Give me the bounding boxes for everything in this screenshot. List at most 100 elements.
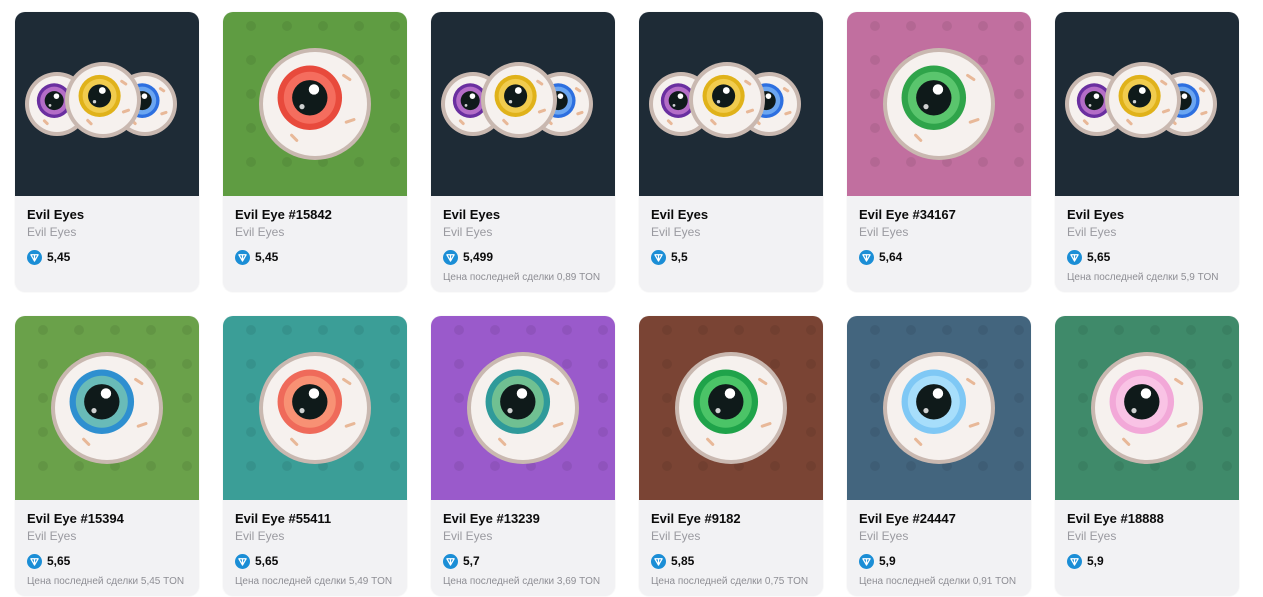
price: 5,7 bbox=[463, 554, 480, 568]
nft-title: Evil Eye #15394 bbox=[27, 511, 124, 526]
eye-illustration bbox=[639, 316, 823, 500]
nft-image bbox=[639, 316, 823, 500]
eye-illustration bbox=[1055, 12, 1239, 196]
nft-card[interactable]: Evil Eye #15394 Evil Eyes 5,65 Цена последн… bbox=[15, 316, 199, 596]
ton-diamond-icon bbox=[235, 553, 250, 569]
price: 5,65 bbox=[255, 554, 279, 568]
nft-card[interactable]: Evil Eye #24447 Evil Eyes 5,9 Цена последне… bbox=[847, 316, 1031, 596]
nft-image bbox=[223, 316, 407, 500]
eye-illustration bbox=[1055, 316, 1239, 500]
collection-name: Evil Eyes bbox=[27, 529, 77, 543]
price: 5,85 bbox=[671, 554, 695, 568]
nft-card[interactable]: Evil Eye #18888 Evil Eyes 5,9 bbox=[1055, 316, 1239, 596]
price-row: 5,5 bbox=[651, 249, 811, 265]
collection-name: Evil Eyes bbox=[651, 225, 701, 239]
last-sale-price: Цена последней сделки 5,49 TON bbox=[235, 576, 393, 587]
nft-card[interactable]: Evil Eyes Evil Eyes 5,65 Цена последней сде… bbox=[1055, 12, 1239, 292]
nft-title: Evil Eyes bbox=[1067, 207, 1125, 222]
nft-title: Evil Eye #24447 bbox=[859, 511, 956, 526]
price-row: 5,9 bbox=[1067, 553, 1227, 569]
price: 5,45 bbox=[255, 250, 279, 264]
ton-diamond-icon bbox=[443, 553, 458, 569]
nft-card[interactable]: Evil Eyes Evil Eyes 5,499 Цена последней сд… bbox=[431, 12, 615, 292]
nft-card[interactable]: Evil Eye #13239 Evil Eyes 5,7 Цена последне… bbox=[431, 316, 615, 596]
nft-card[interactable]: Evil Eyes Evil Eyes 5,5 bbox=[639, 12, 823, 292]
collection-name: Evil Eyes bbox=[1067, 225, 1117, 239]
price: 5,65 bbox=[47, 554, 71, 568]
eye-illustration bbox=[223, 316, 407, 500]
nft-title: Evil Eyes bbox=[443, 207, 501, 222]
nft-card[interactable]: Evil Eye #34167 Evil Eyes 5,64 bbox=[847, 12, 1031, 292]
nft-title: Evil Eye #15842 bbox=[235, 207, 332, 222]
last-sale-price: Цена последней сделки 0,89 TON bbox=[443, 272, 601, 283]
price: 5,9 bbox=[1087, 554, 1104, 568]
ton-diamond-icon bbox=[1067, 553, 1082, 569]
collection-name: Evil Eyes bbox=[235, 225, 285, 239]
price: 5,64 bbox=[879, 250, 903, 264]
price-row: 5,45 bbox=[235, 249, 395, 265]
price: 5,5 bbox=[671, 250, 688, 264]
nft-image bbox=[223, 12, 407, 196]
collection-name: Evil Eyes bbox=[1067, 529, 1117, 543]
nft-image bbox=[639, 12, 823, 196]
ton-diamond-icon bbox=[859, 553, 874, 569]
nft-title: Evil Eye #9182 bbox=[651, 511, 741, 526]
collection-name: Evil Eyes bbox=[235, 529, 285, 543]
nft-title: Evil Eye #34167 bbox=[859, 207, 956, 222]
nft-card[interactable]: Evil Eye #55411 Evil Eyes 5,65 Цена последн… bbox=[223, 316, 407, 596]
nft-image bbox=[431, 12, 615, 196]
price: 5,499 bbox=[463, 250, 494, 264]
price-row: 5,65 bbox=[1067, 249, 1227, 265]
nft-card[interactable]: Evil Eye #9182 Evil Eyes 5,85 Цена последне… bbox=[639, 316, 823, 596]
collection-name: Evil Eyes bbox=[27, 225, 77, 239]
eye-illustration bbox=[431, 12, 615, 196]
price: 5,65 bbox=[1087, 250, 1111, 264]
last-sale-price: Цена последней сделки 3,69 TON bbox=[443, 576, 601, 587]
collection-name: Evil Eyes bbox=[651, 529, 701, 543]
eye-illustration bbox=[223, 12, 407, 196]
eye-illustration bbox=[639, 12, 823, 196]
ton-diamond-icon bbox=[235, 249, 250, 265]
nft-title: Evil Eyes bbox=[651, 207, 709, 222]
last-sale-price: Цена последней сделки 0,75 TON bbox=[651, 576, 809, 587]
last-sale-price: Цена последней сделки 5,9 TON bbox=[1067, 272, 1219, 283]
ton-diamond-icon bbox=[1067, 249, 1082, 265]
ton-diamond-icon bbox=[27, 249, 42, 265]
nft-image bbox=[15, 316, 199, 500]
nft-card[interactable]: Evil Eyes Evil Eyes 5,45 bbox=[15, 12, 199, 292]
last-sale-price: Цена последней сделки 0,91 TON bbox=[859, 576, 1017, 587]
ton-diamond-icon bbox=[27, 553, 42, 569]
eye-illustration bbox=[847, 316, 1031, 500]
nft-image bbox=[847, 12, 1031, 196]
nft-title: Evil Eye #13239 bbox=[443, 511, 540, 526]
ton-diamond-icon bbox=[651, 553, 666, 569]
nft-card[interactable]: Evil Eye #15842 Evil Eyes 5,45 bbox=[223, 12, 407, 292]
nft-image bbox=[15, 12, 199, 196]
price-row: 5,65 bbox=[27, 553, 187, 569]
price-row: 5,7 bbox=[443, 553, 603, 569]
price-row: 5,65 bbox=[235, 553, 395, 569]
ton-diamond-icon bbox=[651, 249, 666, 265]
price-row: 5,45 bbox=[27, 249, 187, 265]
price-row: 5,64 bbox=[859, 249, 1019, 265]
eye-illustration bbox=[431, 316, 615, 500]
ton-diamond-icon bbox=[859, 249, 874, 265]
price-row: 5,85 bbox=[651, 553, 811, 569]
price: 5,9 bbox=[879, 554, 896, 568]
nft-image bbox=[431, 316, 615, 500]
price: 5,45 bbox=[47, 250, 71, 264]
ton-diamond-icon bbox=[443, 249, 458, 265]
collection-name: Evil Eyes bbox=[443, 225, 493, 239]
eye-illustration bbox=[15, 316, 199, 500]
price-row: 5,9 bbox=[859, 553, 1019, 569]
collection-name: Evil Eyes bbox=[443, 529, 493, 543]
nft-grid: Evil Eyes Evil Eyes 5,45 Evil Eye #15842 Ev… bbox=[15, 12, 1239, 596]
nft-title: Evil Eye #18888 bbox=[1067, 511, 1164, 526]
collection-name: Evil Eyes bbox=[859, 529, 909, 543]
eye-illustration bbox=[847, 12, 1031, 196]
nft-title: Evil Eye #55411 bbox=[235, 511, 332, 526]
nft-image bbox=[1055, 316, 1239, 500]
last-sale-price: Цена последней сделки 5,45 TON bbox=[27, 576, 185, 587]
nft-image bbox=[847, 316, 1031, 500]
nft-image bbox=[1055, 12, 1239, 196]
